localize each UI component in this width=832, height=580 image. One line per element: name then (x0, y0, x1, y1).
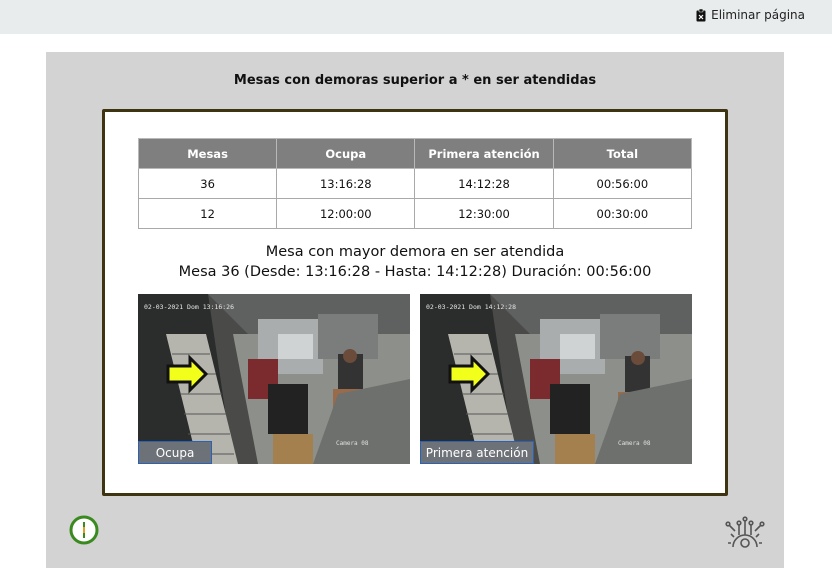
cell-mesa: 36 (137, 168, 278, 199)
cell-ocupa: 13:16:28 (276, 168, 416, 199)
camera-timestamp: 02-03-2021 Dom 13:16:26 (144, 303, 235, 311)
cell-primera-atencion: 12:30:00 (414, 198, 554, 229)
cell-primera-atencion: 14:12:28 (414, 168, 554, 199)
summary-detail: Mesa 36 (Desde: 13:16:28 - Hasta: 14:12:… (178, 264, 652, 280)
report-panel: Mesas con demoras superior a * en ser at… (46, 52, 784, 568)
delete-page-button[interactable]: Eliminar página (696, 8, 805, 22)
camera-timestamp: 02-03-2021 Dom 14:12:28 (426, 303, 517, 311)
longest-delay-summary: Mesa con mayor demora en ser atendida Me… (105, 242, 725, 282)
column-header-ocupa: Ocupa (276, 138, 416, 169)
kitchen-camera-image (138, 294, 410, 464)
cell-total: 00:30:00 (552, 198, 693, 229)
table-row: 36 13:16:28 14:12:28 00:56:00 (137, 168, 693, 199)
cell-total: 00:56:00 (552, 168, 693, 199)
clipboard-delete-icon (696, 8, 706, 21)
cell-ocupa: 12:00:00 (276, 198, 416, 229)
snapshot-label-ocupa: Ocupa (138, 441, 212, 464)
report-card: Mesas Ocupa Primera atención Total 36 13… (102, 109, 728, 496)
snapshot-label-primera-atencion: Primera atención (420, 441, 534, 464)
delays-table: Mesas Ocupa Primera atención Total 36 13… (137, 138, 693, 229)
column-header-mesas: Mesas (137, 138, 278, 169)
column-header-total: Total (552, 138, 693, 169)
top-toolbar: Eliminar página (0, 0, 832, 34)
camera-snapshot-ocupa[interactable]: 02-03-2021 Dom 13:16:26 Camera 08 Ocupa (138, 294, 410, 464)
cell-mesa: 12 (137, 198, 278, 229)
summary-heading: Mesa con mayor demora en ser atendida (265, 244, 565, 260)
info-circle-icon[interactable] (69, 515, 99, 549)
camera-name: Camera 08 (336, 440, 369, 447)
kitchen-camera-image (420, 294, 692, 464)
report-title: Mesas con demoras superior a * en ser at… (233, 73, 597, 88)
circuit-gear-icon (725, 513, 765, 553)
table-row: 12 12:00:00 12:30:00 00:30:00 (137, 198, 693, 229)
table-header-row: Mesas Ocupa Primera atención Total (137, 138, 693, 169)
column-header-primera-atencion: Primera atención (414, 138, 554, 169)
delete-page-label: Eliminar página (711, 8, 805, 22)
camera-name: Camera 08 (618, 440, 651, 447)
camera-snapshot-primera-atencion[interactable]: 02-03-2021 Dom 14:12:28 Camera 08 Primer… (420, 294, 692, 464)
